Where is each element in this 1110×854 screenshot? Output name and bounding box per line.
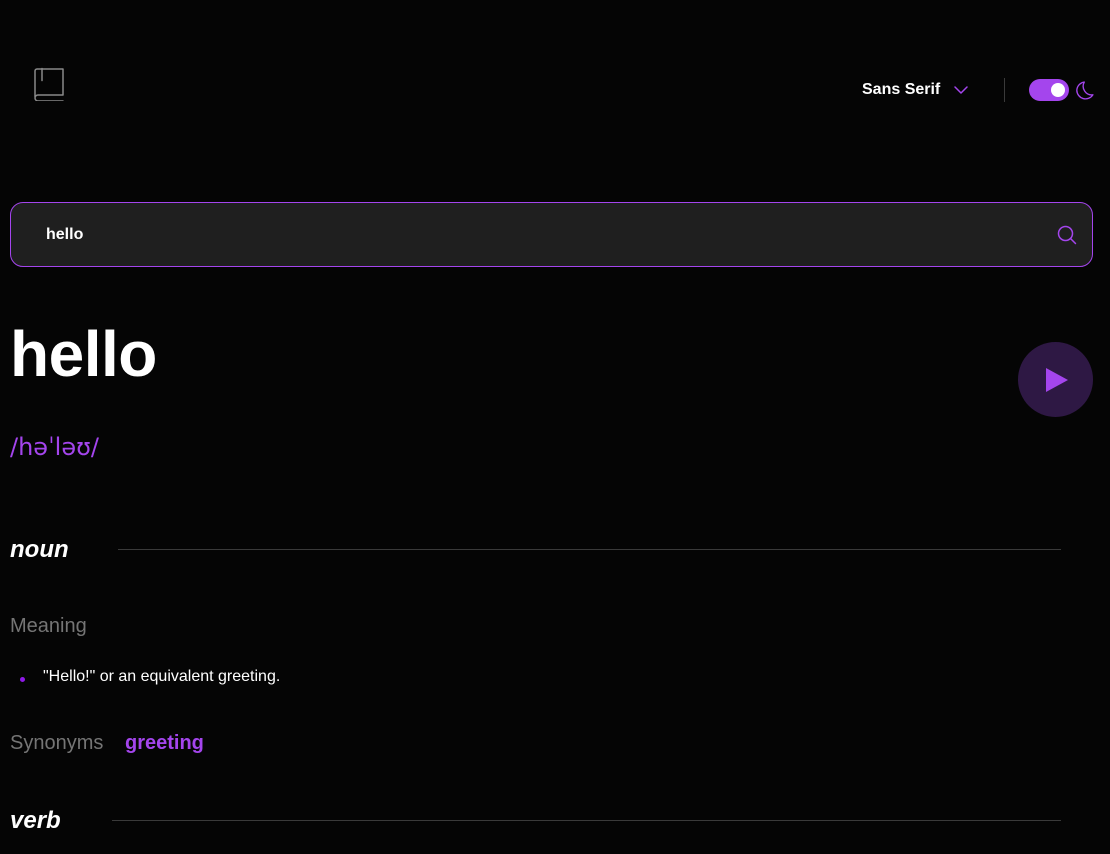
meaning-label: Meaning: [10, 615, 87, 637]
moon-icon: [1076, 81, 1094, 100]
search-input[interactable]: [46, 203, 1026, 266]
bullet: [20, 676, 25, 682]
section-divider: [118, 549, 1061, 550]
synonyms-label: Synonyms: [10, 732, 104, 754]
part-of-speech-noun: noun: [10, 536, 69, 563]
section-divider: [112, 820, 1061, 821]
font-selector[interactable]: Sans Serif: [862, 78, 969, 102]
theme-toggle-knob: [1051, 83, 1065, 97]
book-icon[interactable]: [33, 67, 65, 101]
word-title: hello: [10, 318, 157, 390]
play-pronunciation-button[interactable]: [1018, 342, 1093, 417]
search-icon[interactable]: [1057, 225, 1077, 245]
phonetic: /həˈləʊ/: [10, 433, 100, 461]
header-divider: [1004, 78, 1005, 102]
font-selector-label: Sans Serif: [862, 81, 941, 98]
search-bar: [10, 202, 1093, 267]
definition-item: "Hello!" or an equivalent greeting.: [20, 666, 280, 688]
play-icon: [1045, 367, 1068, 392]
theme-toggle[interactable]: [1029, 79, 1069, 101]
chevron-down-icon: [954, 86, 969, 94]
definition-text: "Hello!" or an equivalent greeting.: [43, 668, 281, 685]
part-of-speech-verb: verb: [10, 807, 61, 834]
dictionary-app: Sans Serif hello /həˈləʊ/ noun Meaning "…: [0, 0, 1110, 854]
synonym-link[interactable]: greeting: [125, 732, 204, 755]
